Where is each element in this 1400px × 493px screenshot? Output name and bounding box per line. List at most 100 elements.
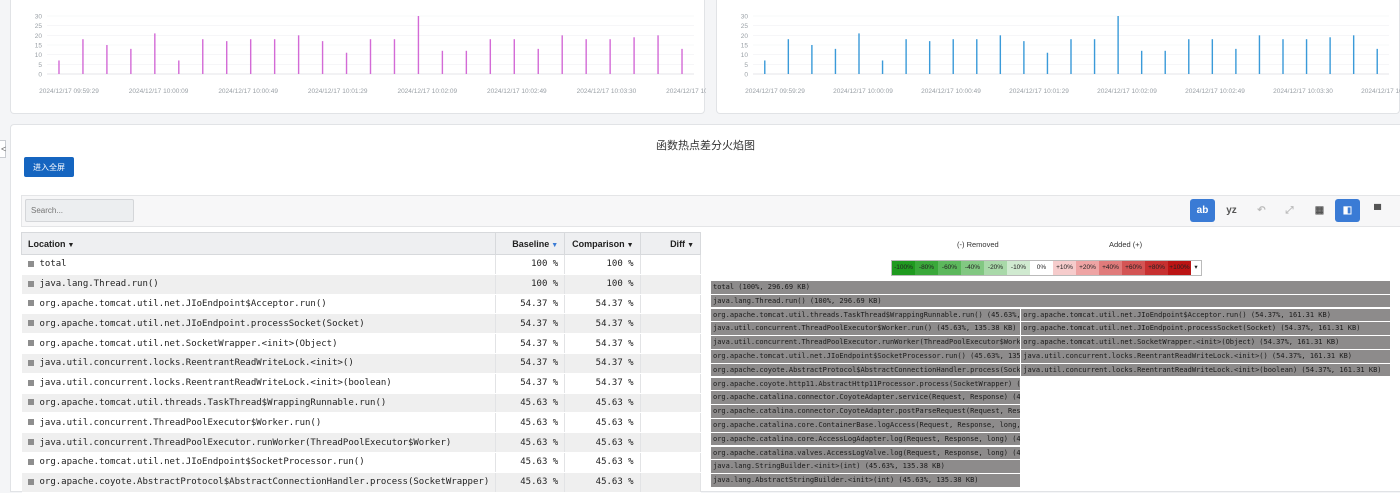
chart-bar[interactable] (858, 33, 860, 74)
chart-bar[interactable] (881, 60, 884, 74)
chart-bar[interactable] (513, 39, 515, 74)
flame-frame[interactable]: org.apache.catalina.connector.CoyoteAdap… (711, 405, 1022, 418)
text-highlight-button[interactable]: ab (1190, 199, 1215, 222)
chart-bar[interactable] (130, 48, 132, 74)
chart-bar[interactable] (1188, 39, 1190, 74)
flame-frame[interactable]: org.apache.coyote.http11.AbstractHttp11P… (711, 377, 1022, 391)
search-input[interactable] (25, 199, 134, 222)
flame-frame[interactable]: org.apache.coyote.AbstractProtocol$Abstr… (711, 363, 1022, 377)
chart-bar[interactable] (1140, 50, 1143, 74)
flame-frame[interactable]: org.apache.tomcat.util.net.JIoEndpoint$A… (1021, 308, 1391, 322)
chart-bar[interactable] (489, 39, 492, 74)
chart-bar[interactable] (976, 39, 978, 74)
table-row[interactable]: org.apache.tomcat.util.net.SocketWrapper… (21, 333, 702, 354)
chart-bar[interactable] (834, 48, 837, 74)
chart-bar[interactable] (561, 35, 563, 74)
table-row[interactable]: org.apache.tomcat.util.net.JIoEndpoint$A… (21, 294, 702, 315)
chart-bar[interactable] (1235, 48, 1237, 74)
chart-bar[interactable] (764, 60, 766, 74)
flame-frame[interactable]: org.apache.catalina.core.AccessLogAdapte… (711, 432, 1022, 446)
column-header-baseline[interactable]: Baseline ▼ (495, 232, 566, 255)
table-row[interactable]: java.util.concurrent.ThreadPoolExecutor.… (21, 432, 702, 453)
chart-bar[interactable] (154, 33, 156, 74)
chart-bar[interactable] (657, 35, 659, 74)
chart-bar[interactable] (297, 35, 300, 74)
table-row[interactable]: org.apache.tomcat.util.threads.TaskThrea… (21, 393, 702, 414)
chart-bar[interactable] (1282, 39, 1284, 74)
flame-frame[interactable]: org.apache.catalina.core.ContainerBase.l… (711, 419, 1022, 432)
table-view-button[interactable]: ▦ (1307, 199, 1332, 222)
flame-frame[interactable]: org.apache.tomcat.util.net.SocketWrapper… (1021, 336, 1391, 349)
chart-bar[interactable] (1352, 35, 1355, 74)
chart-bar[interactable] (249, 39, 252, 74)
flame-frame[interactable]: org.apache.tomcat.util.net.JIoEndpoint$S… (711, 350, 1022, 363)
both-view-button[interactable]: ◧ (1335, 199, 1360, 222)
table-row[interactable]: org.apache.tomcat.util.net.JIoEndpoint.p… (21, 313, 702, 335)
chart-bar[interactable] (928, 41, 931, 74)
chart-bar[interactable] (226, 41, 228, 74)
chart-bar[interactable] (952, 39, 954, 74)
chart-bar[interactable] (1093, 39, 1096, 74)
flame-frame[interactable]: total (100%, 296.69 KB) (711, 281, 1391, 294)
chart-bar[interactable] (465, 50, 468, 74)
table-row[interactable]: java.util.concurrent.locks.ReentrantRead… (21, 353, 702, 374)
table-row[interactable]: org.apache.coyote.AbstractProtocol$Abstr… (21, 472, 702, 493)
chart-bar[interactable] (1164, 50, 1166, 74)
chart-bar[interactable] (321, 41, 324, 74)
flame-frame[interactable]: java.util.concurrent.ThreadPoolExecutor.… (711, 336, 1022, 349)
chart-bar[interactable] (178, 60, 180, 74)
sort-alpha-button[interactable]: yz (1219, 199, 1244, 222)
chart-bar[interactable] (1258, 35, 1261, 74)
chart-bar[interactable] (417, 16, 420, 74)
flame-frame[interactable]: java.lang.Thread.run() (100%, 296.69 KB) (711, 294, 1391, 308)
chart-bar[interactable] (1117, 16, 1119, 74)
fullscreen-button[interactable]: 进入全屏 (24, 157, 74, 177)
flame-frame[interactable]: java.util.concurrent.ThreadPoolExecutor$… (711, 322, 1022, 335)
flame-frame[interactable]: org.apache.tomcat.util.net.JIoEndpoint.p… (1021, 322, 1391, 335)
flame-frame[interactable]: java.lang.StringBuilder.<init>(int) (45.… (711, 460, 1022, 473)
expand-button[interactable]: ⤢ (1277, 199, 1302, 222)
chart-bar[interactable] (273, 39, 276, 74)
chart-bar[interactable] (1023, 41, 1025, 74)
chart-bar[interactable] (202, 39, 204, 74)
chart-bar[interactable] (369, 39, 372, 74)
flamegraph-view-button[interactable]: ▀ (1365, 199, 1390, 222)
chart-bar[interactable] (1305, 39, 1308, 74)
chart-bar[interactable] (82, 39, 84, 74)
chart-bar[interactable] (999, 35, 1002, 74)
sidebar-toggle-tab[interactable]: < (0, 140, 6, 158)
chevron-down-icon[interactable]: ▾ (1191, 261, 1201, 275)
chart-bar[interactable] (905, 39, 907, 74)
chart-bar[interactable] (609, 39, 611, 74)
table-row[interactable]: java.util.concurrent.ThreadPoolExecutor$… (21, 412, 702, 434)
chart-bar[interactable] (811, 45, 813, 74)
column-header-location[interactable]: Location ▼ (20, 232, 497, 255)
chart-bar[interactable] (1329, 37, 1331, 74)
column-header-diff[interactable]: Diff ▼ (639, 232, 702, 255)
chart-bar[interactable] (787, 39, 790, 74)
table-row[interactable]: org.apache.tomcat.util.net.JIoEndpoint$S… (21, 452, 702, 473)
column-header-comparison[interactable]: Comparison ▼ (564, 232, 641, 255)
flame-frame[interactable]: java.lang.AbstractStringBuilder.<init>(i… (711, 474, 1022, 487)
chart-bar[interactable] (1046, 52, 1049, 74)
chart-bar[interactable] (441, 50, 444, 74)
chart-bar[interactable] (1376, 48, 1378, 74)
flame-frame[interactable]: org.apache.catalina.valves.AccessLogValv… (711, 446, 1022, 460)
table-row[interactable]: java.lang.Thread.run() 100 % 100 % (21, 274, 702, 295)
chart-bar[interactable] (633, 37, 635, 74)
flame-frame[interactable]: org.apache.catalina.connector.CoyoteAdap… (711, 391, 1022, 404)
chart-bar[interactable] (585, 39, 587, 74)
chart-bar[interactable] (106, 45, 108, 74)
table-row[interactable]: java.util.concurrent.locks.ReentrantRead… (21, 373, 702, 394)
chart-bar[interactable] (393, 39, 396, 74)
flame-frame[interactable]: org.apache.tomcat.util.threads.TaskThrea… (711, 308, 1022, 322)
chart-bar[interactable] (1211, 39, 1214, 74)
chart-bar[interactable] (1070, 39, 1072, 74)
flame-frame[interactable]: java.util.concurrent.locks.ReentrantRead… (1021, 363, 1391, 377)
flame-frame[interactable]: java.util.concurrent.locks.ReentrantRead… (1021, 350, 1391, 363)
chart-bar[interactable] (345, 52, 348, 74)
undo-button[interactable]: ↶ (1249, 199, 1274, 222)
chart-bar[interactable] (681, 48, 683, 74)
chart-bar[interactable] (537, 48, 539, 74)
chart-bar[interactable] (58, 60, 60, 74)
